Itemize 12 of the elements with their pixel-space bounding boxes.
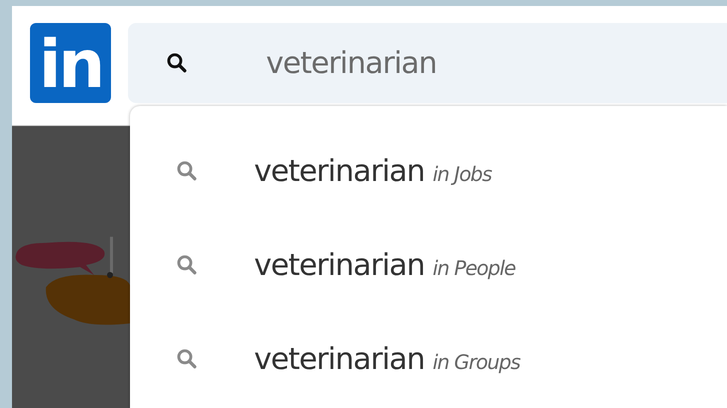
search-field[interactable]: veterinarian: [128, 23, 727, 103]
suggestion-text: veterinarian in Groups: [254, 342, 520, 376]
logo[interactable]: in: [30, 23, 111, 103]
search-icon: [166, 52, 188, 74]
search-icon: [176, 348, 198, 370]
suggestion-text: veterinarian in People: [254, 248, 516, 282]
suggestion-item[interactable]: veterinarian in Groups: [130, 312, 727, 406]
search-icon: [176, 160, 198, 182]
search-icon: [176, 254, 198, 276]
suggestion-item[interactable]: veterinarian in Jobs: [130, 124, 727, 218]
suggestion-text: veterinarian in Jobs: [254, 154, 492, 188]
suggestion-item[interactable]: veterinarian in People: [130, 218, 727, 312]
